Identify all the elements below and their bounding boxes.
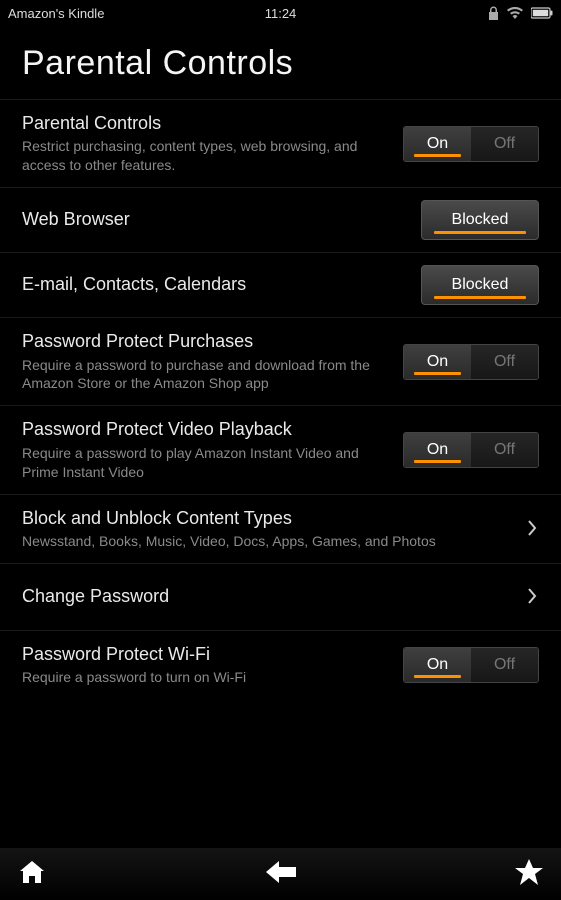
parental-controls-toggle[interactable]: On Off <box>403 126 539 162</box>
toggle-on[interactable]: On <box>404 345 471 379</box>
nav-bar <box>0 848 561 900</box>
row-password-wifi: Password Protect Wi-Fi Require a passwor… <box>0 631 561 699</box>
row-desc: Require a password to play Amazon Instan… <box>22 444 391 482</box>
row-password-purchases: Password Protect Purchases Require a pas… <box>0 318 561 406</box>
row-text: Password Protect Wi-Fi Require a passwor… <box>22 643 391 687</box>
row-text: Change Password <box>22 585 515 608</box>
toggle-off[interactable]: Off <box>471 345 538 379</box>
row-title: Password Protect Purchases <box>22 330 391 353</box>
settings-list: Parental Controls Restrict purchasing, c… <box>0 99 561 699</box>
row-title: Web Browser <box>22 208 409 231</box>
wifi-icon <box>507 7 523 19</box>
row-title: Block and Unblock Content Types <box>22 507 515 530</box>
chevron-right-icon <box>527 516 539 542</box>
web-browser-blocked-button[interactable]: Blocked <box>421 200 539 240</box>
page-title: Parental Controls <box>0 26 561 99</box>
row-email-contacts: E-mail, Contacts, Calendars Blocked <box>0 253 561 318</box>
toggle-on[interactable]: On <box>404 127 471 161</box>
row-desc: Require a password to purchase and downl… <box>22 356 391 394</box>
status-app-name: Amazon's Kindle <box>8 6 104 21</box>
toggle-off[interactable]: Off <box>471 433 538 467</box>
chevron-right-icon <box>527 584 539 610</box>
row-text: Web Browser <box>22 208 409 231</box>
row-block-content[interactable]: Block and Unblock Content Types Newsstan… <box>0 495 561 564</box>
row-text: Password Protect Purchases Require a pas… <box>22 330 391 393</box>
star-icon[interactable] <box>515 859 543 890</box>
status-time: 11:24 <box>265 6 297 21</box>
status-icons <box>488 6 553 20</box>
row-title: Password Protect Wi-Fi <box>22 643 391 666</box>
row-desc: Require a password to turn on Wi-Fi <box>22 668 391 687</box>
row-title: Change Password <box>22 585 515 608</box>
row-text: Parental Controls Restrict purchasing, c… <box>22 112 391 175</box>
row-password-video: Password Protect Video Playback Require … <box>0 406 561 494</box>
row-title: Password Protect Video Playback <box>22 418 391 441</box>
row-text: Block and Unblock Content Types Newsstan… <box>22 507 515 551</box>
toggle-on[interactable]: On <box>404 433 471 467</box>
row-parental-controls: Parental Controls Restrict purchasing, c… <box>0 99 561 188</box>
battery-icon <box>531 7 553 19</box>
row-desc: Newsstand, Books, Music, Video, Docs, Ap… <box>22 532 515 551</box>
row-desc: Restrict purchasing, content types, web … <box>22 137 391 175</box>
toggle-off[interactable]: Off <box>471 127 538 161</box>
row-title: Parental Controls <box>22 112 391 135</box>
password-purchases-toggle[interactable]: On Off <box>403 344 539 380</box>
toggle-on[interactable]: On <box>404 648 471 682</box>
lock-icon <box>488 6 499 20</box>
email-contacts-blocked-button[interactable]: Blocked <box>421 265 539 305</box>
password-video-toggle[interactable]: On Off <box>403 432 539 468</box>
row-text: Password Protect Video Playback Require … <box>22 418 391 481</box>
status-bar: Amazon's Kindle 11:24 <box>0 0 561 26</box>
password-wifi-toggle[interactable]: On Off <box>403 647 539 683</box>
home-icon[interactable] <box>18 859 46 890</box>
row-web-browser: Web Browser Blocked <box>0 188 561 253</box>
row-text: E-mail, Contacts, Calendars <box>22 273 409 296</box>
back-icon[interactable] <box>266 861 296 888</box>
row-change-password[interactable]: Change Password <box>0 564 561 631</box>
toggle-off[interactable]: Off <box>471 648 538 682</box>
row-title: E-mail, Contacts, Calendars <box>22 273 409 296</box>
